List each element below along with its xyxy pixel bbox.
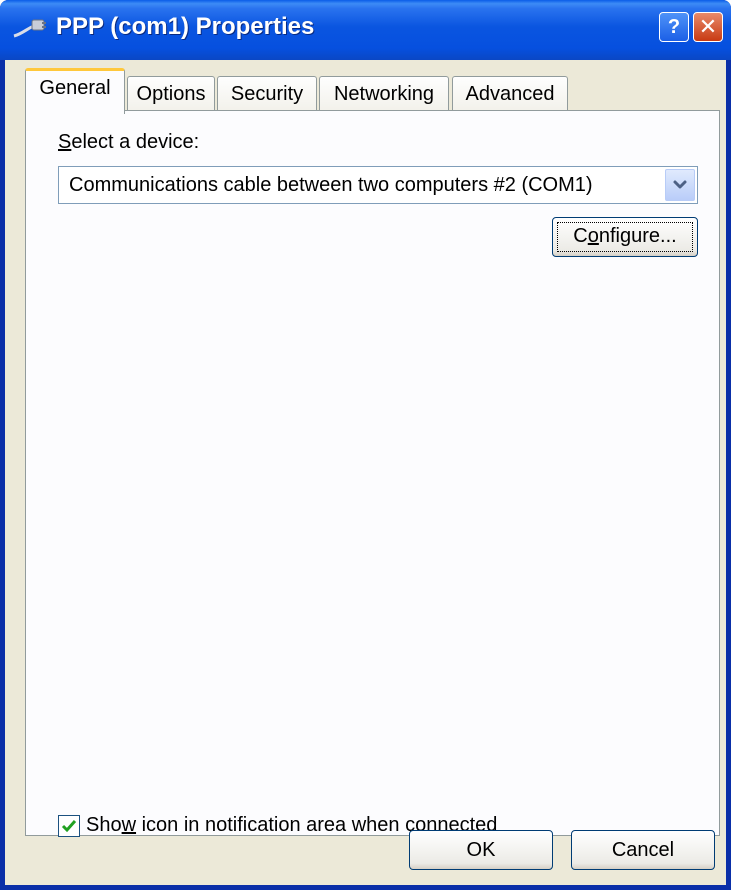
- properties-dialog: PPP (com1) Properties ? ✕ General Option…: [0, 0, 731, 890]
- network-connection-icon: [13, 19, 46, 38]
- device-select-value: Communications cable between two compute…: [69, 174, 593, 196]
- configure-button[interactable]: Configure...: [552, 217, 698, 257]
- select-device-label: Select a device:: [58, 131, 200, 153]
- device-select[interactable]: Communications cable between two compute…: [58, 166, 698, 204]
- title-bar[interactable]: PPP (com1) Properties ? ✕: [0, 0, 731, 60]
- window-title: PPP (com1) Properties: [56, 13, 315, 40]
- show-icon-checkbox[interactable]: [58, 815, 80, 837]
- close-button[interactable]: ✕: [693, 12, 723, 42]
- tab-options[interactable]: Options: [127, 76, 215, 112]
- tab-security[interactable]: Security: [217, 76, 317, 112]
- checkmark-icon: [61, 820, 77, 833]
- dropdown-button[interactable]: [665, 169, 695, 201]
- tab-advanced[interactable]: Advanced: [452, 76, 568, 112]
- tab-general[interactable]: General: [25, 68, 125, 114]
- help-button[interactable]: ?: [659, 12, 689, 42]
- cancel-button[interactable]: Cancel: [571, 830, 715, 870]
- dialog-client-area: General Options Security Networking Adva…: [5, 60, 726, 885]
- tab-networking[interactable]: Networking: [319, 76, 449, 112]
- general-tab-panel: Select a device: Communications cable be…: [25, 110, 720, 837]
- chevron-down-icon: [673, 180, 687, 189]
- ok-button[interactable]: OK: [409, 830, 553, 870]
